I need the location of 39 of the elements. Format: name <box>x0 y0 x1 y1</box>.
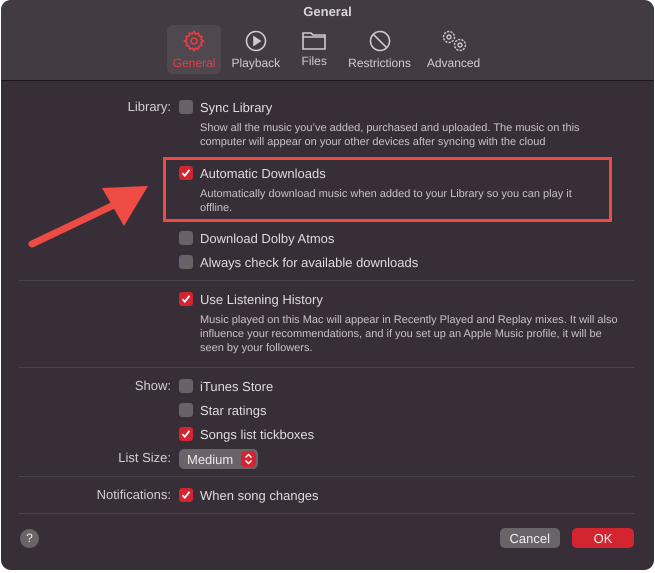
stepper-icon <box>241 451 256 467</box>
help-button[interactable]: ? <box>20 528 39 548</box>
list-size-popup[interactable]: Medium <box>179 449 258 469</box>
checkbox-label: Sync Library <box>200 100 272 114</box>
preferences-tab[interactable]: Restrictions <box>342 25 417 74</box>
checkbox[interactable] <box>179 166 193 180</box>
checkbox-label: iTunes Store <box>200 378 274 394</box>
checkbox[interactable] <box>179 292 193 306</box>
folder-icon <box>301 29 328 51</box>
preferences-tab[interactable]: Advanced <box>420 25 486 74</box>
checkbox-label: Songs list tickboxes <box>200 426 314 442</box>
checkbox[interactable] <box>179 427 193 441</box>
checkbox[interactable] <box>179 379 193 393</box>
checkbox[interactable] <box>179 100 193 114</box>
checkbox[interactable] <box>179 231 193 245</box>
prohibited-icon <box>368 29 392 53</box>
preferences-tab[interactable]: Files <box>290 25 338 74</box>
setting-description: Automatically download music when added to your Library so you can play it offline. <box>200 187 573 215</box>
checkbox-label: Automatic Downloads <box>200 166 326 180</box>
checkbox[interactable] <box>179 255 193 269</box>
window-title: General <box>303 4 352 19</box>
checkbox-label: Always check for available downloads <box>200 254 418 270</box>
checkbox[interactable] <box>179 403 193 417</box>
ok-button[interactable]: OK <box>572 528 634 548</box>
setting-description: Music played on this Mac will appear in Recently Played and Replay mixes. It will also influence your recommendations, and if you set up an Apple Music profile, it will be seen by your followers. <box>200 313 619 355</box>
setting-label: Library: <box>128 98 171 116</box>
checkbox[interactable] <box>179 488 193 502</box>
setting-description: Show all the music you’ve added, purchased and uploaded. The music on this computer will appear on your other devices after syncing with the cloud <box>200 121 581 149</box>
preferences-tab[interactable]: Playback <box>225 25 286 74</box>
checkbox-label: Use Listening History <box>200 292 323 306</box>
setting-label: Notifications: <box>96 486 171 504</box>
checkbox-label: Download Dolby Atmos <box>200 230 334 246</box>
play-icon <box>244 29 268 53</box>
checkbox-label: When song changes <box>200 488 319 502</box>
gear-icon <box>182 29 206 53</box>
checkbox-label: Star ratings <box>200 402 266 418</box>
setting-label: Show: <box>134 377 171 395</box>
setting-label: List Size: <box>118 449 171 467</box>
cancel-button[interactable]: Cancel <box>500 528 560 548</box>
